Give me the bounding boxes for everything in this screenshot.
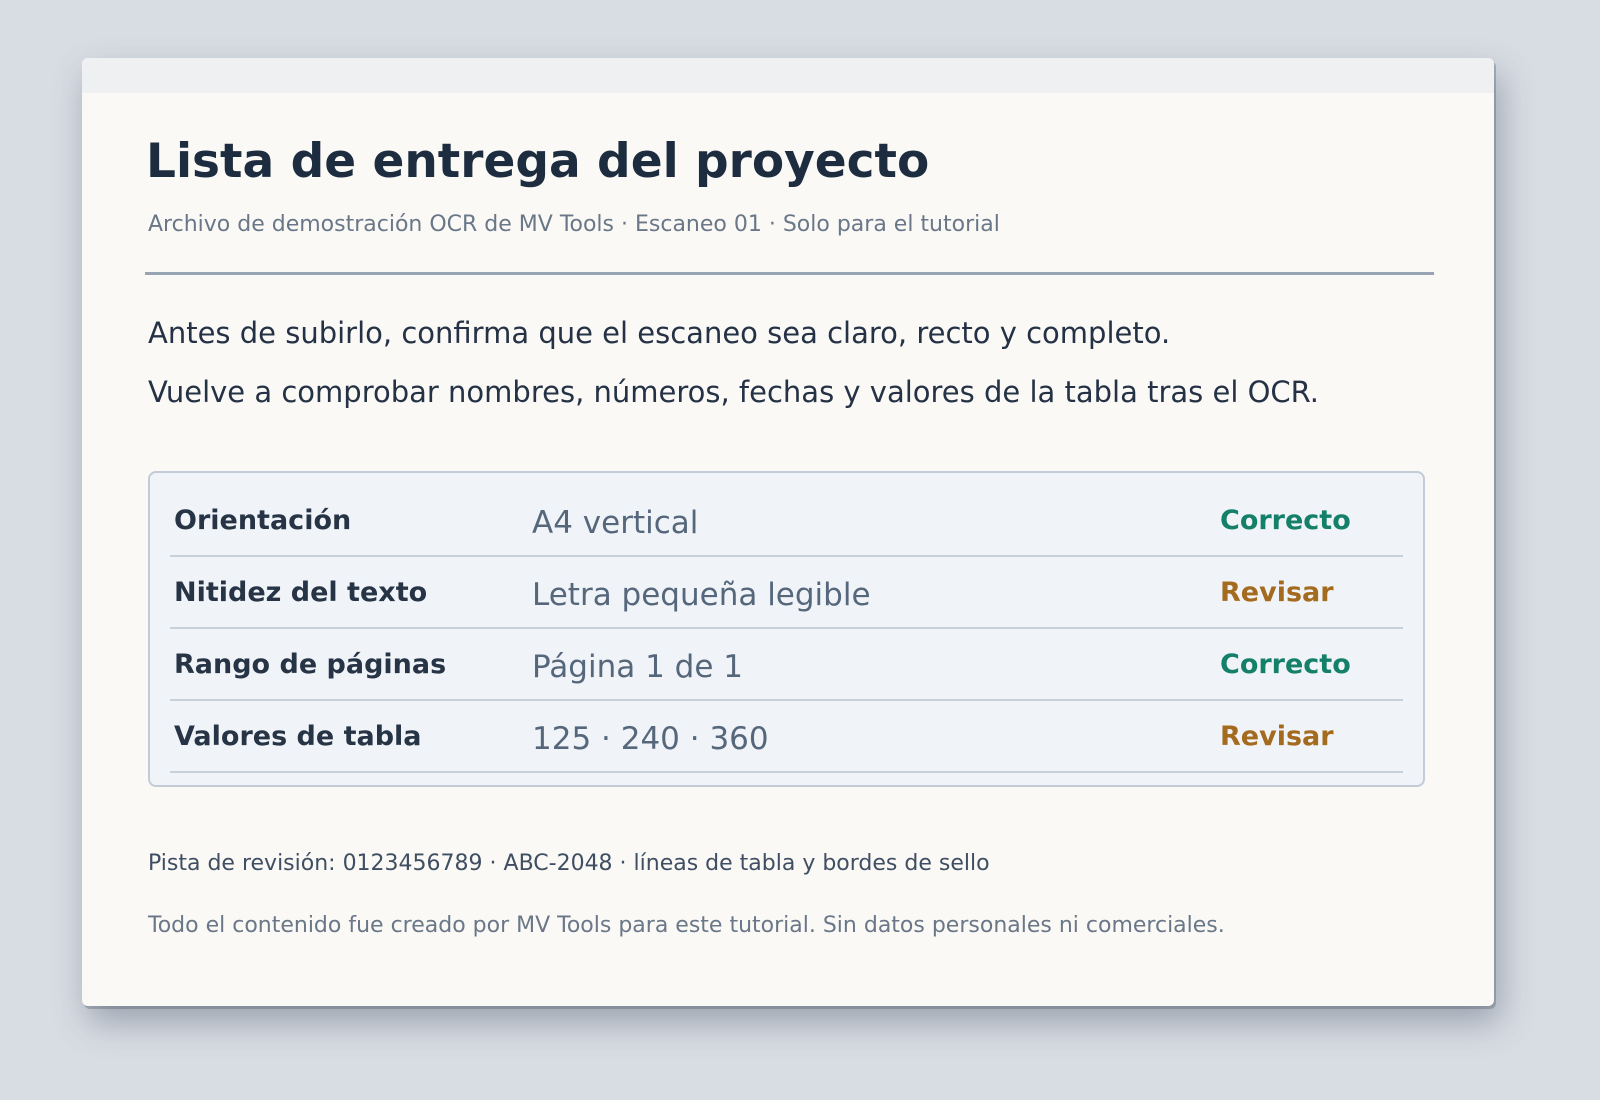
instruction-line: Vuelve a comprobar nombres, números, fec… [148,375,1320,409]
row-value: A4 vertical [532,505,699,541]
title-divider [145,272,1434,275]
document-subtitle: Archivo de demostración OCR de MV Tools … [148,212,1000,237]
row-value: Letra pequeña legible [532,577,871,613]
document-page: Lista de entrega del proyecto Archivo de… [82,58,1494,1006]
page-top-strip [82,58,1494,93]
status-badge: Correcto [1220,505,1351,536]
document-title: Lista de entrega del proyecto [146,134,930,189]
checklist-table: Orientación A4 vertical Correcto Nitidez… [148,471,1425,787]
row-value: Página 1 de 1 [532,649,743,685]
row-label: Orientación [174,505,352,536]
instruction-line: Antes de subirlo, confirma que el escane… [148,316,1171,350]
status-badge: Revisar [1220,721,1334,752]
status-badge: Correcto [1220,649,1351,680]
table-row: Rango de páginas Página 1 de 1 Correcto [170,629,1403,701]
footer-note: Todo el contenido fue creado por MV Tool… [148,913,1225,938]
row-value: 125 · 240 · 360 [532,721,769,757]
table-row: Nitidez del texto Letra pequeña legible … [170,557,1403,629]
table-row: Valores de tabla 125 · 240 · 360 Revisar [170,701,1403,773]
status-badge: Revisar [1220,577,1334,608]
review-hint: Pista de revisión: 0123456789 · ABC-2048… [148,851,990,876]
row-label: Nitidez del texto [174,577,428,608]
row-label: Valores de tabla [174,721,422,752]
row-label: Rango de páginas [174,649,447,680]
table-row: Orientación A4 vertical Correcto [170,485,1403,557]
